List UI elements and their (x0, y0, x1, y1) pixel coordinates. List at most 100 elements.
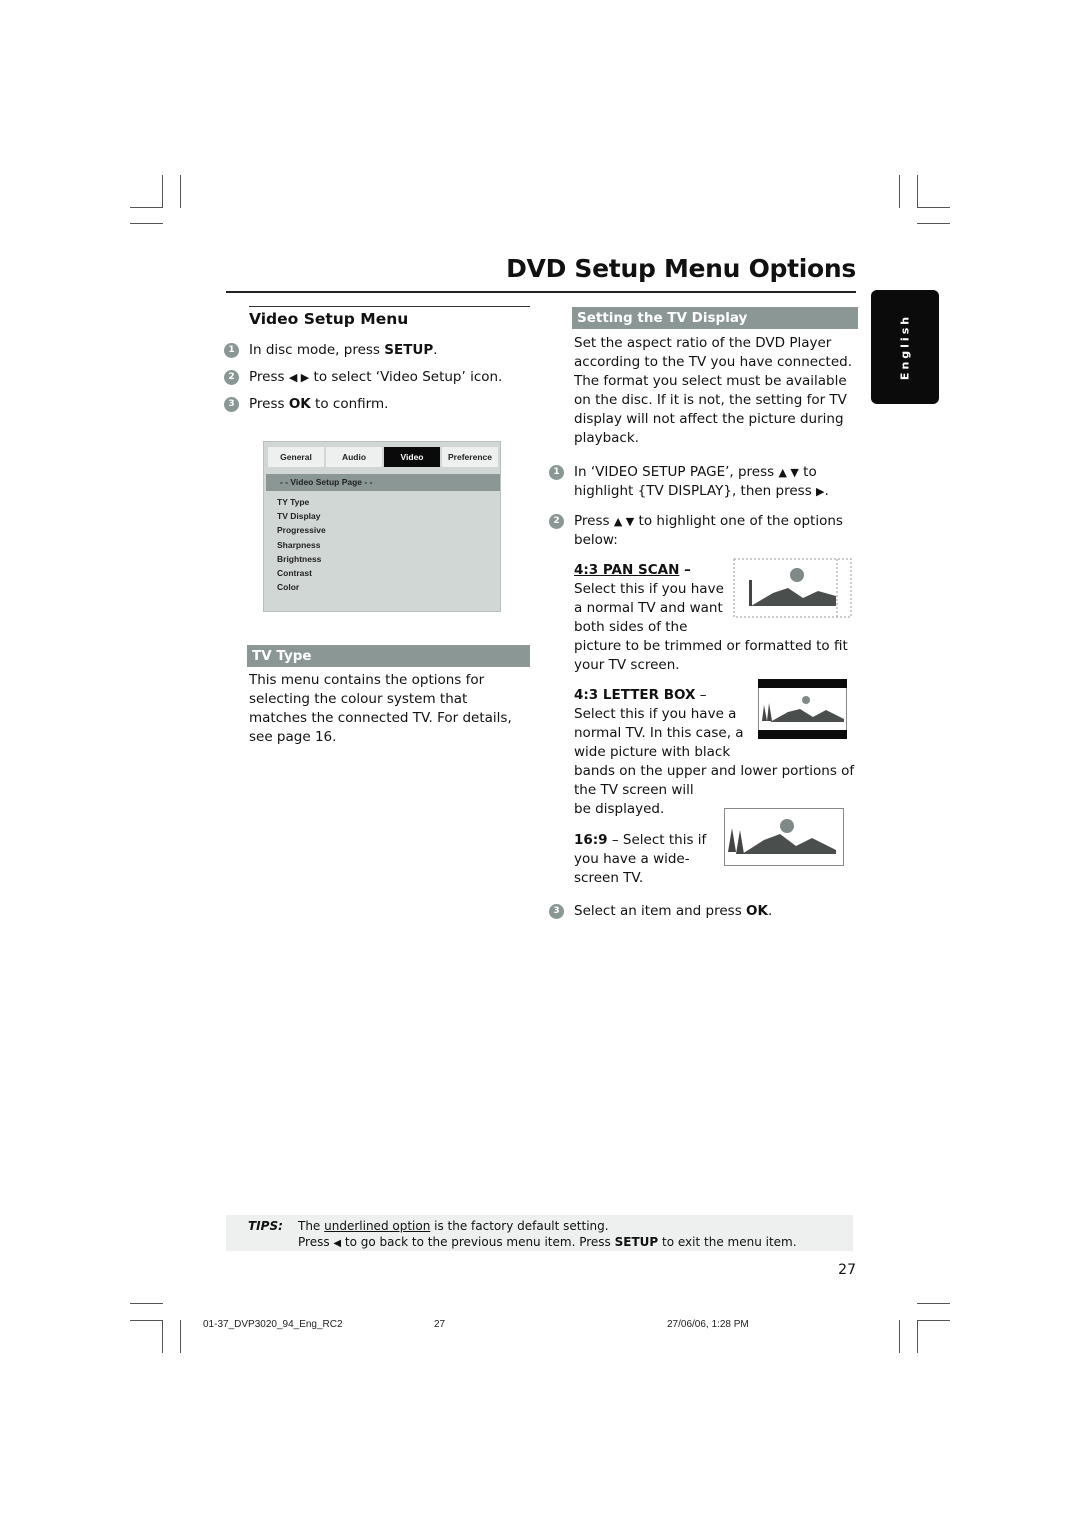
left-step-3: 3 Press OK to confirm. (224, 395, 389, 414)
key-setup: SETUP (614, 1235, 659, 1249)
tips-text: The (298, 1219, 325, 1233)
left-right-arrows-icon: ◀ ▶ (288, 371, 310, 384)
pan-scan-illustration (733, 558, 852, 618)
tv-type-body: This menu contains the options for selec… (249, 672, 512, 745)
option-text: normal TV. In this case, a (574, 725, 744, 741)
key-setup: SETUP (384, 342, 434, 358)
option-text: Select this if you have (574, 581, 724, 597)
left-step-1: 1 In disc mode, press SETUP. (224, 341, 438, 360)
menu-tab-video: Video (384, 447, 440, 467)
menu-item: Color (277, 582, 300, 593)
menu-item: TY Type (277, 497, 310, 507)
option-text: a normal TV and want (574, 600, 723, 616)
up-down-arrows-icon: ▲ ▼ (778, 466, 799, 479)
key-ok: OK (746, 903, 768, 919)
option-text: you have a wide- (574, 851, 690, 867)
right-step-3: 3 Select an item and press OK. (549, 902, 864, 921)
option-text: picture to be trimmed or formatted to fi… (574, 638, 848, 654)
tv-display-heading: Setting the TV Display (572, 307, 858, 329)
menu-page-band: - - Video Setup Page - - (266, 474, 500, 491)
step-text: . (767, 903, 773, 919)
tips-text: to exit the menu item. (658, 1235, 797, 1249)
video-setup-menu-screenshot: General Audio Video Preference - - Video… (263, 441, 501, 612)
right-step-1: 1 In ‘VIDEO SETUP PAGE’, press ▲ ▼ to hi… (549, 463, 864, 501)
crop-mark (917, 223, 950, 224)
crop-mark (162, 1320, 163, 1353)
crop-mark (917, 1303, 950, 1304)
tips-text: is the factory default setting. (430, 1219, 609, 1233)
sun-icon (780, 819, 794, 833)
crop-mark (180, 175, 181, 208)
letter-box-illustration (758, 679, 847, 739)
step-number: 1 (549, 465, 564, 480)
menu-tab-audio: Audio (326, 447, 382, 467)
option-label: 4:3 PAN SCAN (574, 562, 680, 578)
step-text: Press (249, 369, 289, 385)
crop-mark (917, 175, 918, 208)
menu-item: Sharpness (277, 539, 321, 550)
crop-mark (917, 207, 950, 208)
sun-icon (790, 568, 804, 582)
section-rule (249, 306, 530, 307)
crop-mark (130, 207, 163, 208)
crop-mark (899, 175, 900, 208)
key-ok: OK (288, 396, 311, 412)
crop-mark (130, 1320, 163, 1321)
option-text: Select this if you have a (574, 706, 737, 722)
option-text: both sides of the (574, 619, 688, 635)
tv-display-intro: Set the aspect ratio of the DVD Player a… (574, 335, 852, 446)
step-text: to highlight one of the options (634, 513, 843, 529)
step-text: to confirm. (310, 396, 389, 412)
menu-tab-preference: Preference (442, 447, 498, 467)
crop-mark (917, 1320, 950, 1321)
menu-item: TV Display (277, 511, 321, 522)
left-step-2: 2 Press ◀ ▶ to select ‘Video Setup’ icon… (224, 368, 503, 387)
option-dash: – (679, 562, 691, 578)
crop-mark (130, 1303, 163, 1304)
title-rule (226, 291, 856, 293)
option-text: screen TV. (574, 870, 644, 886)
tips-line-1: The underlined option is the factory def… (298, 1219, 609, 1233)
page-title: DVD Setup Menu Options (506, 254, 856, 283)
sun-icon (802, 696, 810, 704)
option-text: – Select this if (607, 832, 707, 848)
step-number: 2 (549, 514, 564, 529)
step-text: highlight {TV DISPLAY}, then press (574, 483, 817, 499)
footer-file: 01-37_DVP3020_94_Eng_RC2 (203, 1319, 343, 1330)
step-text: to select ‘Video Setup’ icon. (309, 369, 503, 385)
right-arrow-icon: ▶ (816, 485, 825, 498)
step-text: Press (249, 396, 289, 412)
step-number: 2 (224, 370, 239, 385)
crop-mark (917, 1320, 918, 1353)
option-text: bands on the upper and lower portions of (574, 763, 855, 779)
step-text: In ‘VIDEO SETUP PAGE’, press (574, 464, 779, 480)
language-label: English (898, 313, 912, 381)
bottom-black-band (758, 730, 847, 739)
tips-text: to go back to the previous menu item. Pr… (341, 1235, 615, 1249)
step-number: 3 (224, 397, 239, 412)
option-label: 4:3 LETTER BOX (574, 687, 696, 703)
tips-line-2: Press ◀ to go back to the previous menu … (298, 1235, 797, 1249)
step-text: to (798, 464, 817, 480)
crop-mark (899, 1320, 900, 1353)
option-label: 16:9 (574, 832, 608, 848)
step-number: 1 (224, 343, 239, 358)
step-text: Select an item and press (574, 903, 747, 919)
menu-item-list: TY Type TV Display Progressive Sharpness… (277, 495, 326, 594)
tips-underlined: underlined option (324, 1219, 431, 1233)
left-arrow-icon: ◀ (333, 1238, 342, 1249)
tips-label: TIPS: (248, 1219, 283, 1233)
option-dash: – (695, 687, 707, 703)
tv-type-heading: TV Type (247, 645, 530, 667)
page-number: 27 (838, 1262, 856, 1278)
menu-item: Brightness (277, 553, 322, 564)
step-text: . (824, 483, 829, 499)
step-text: In disc mode, press (249, 342, 385, 358)
video-setup-heading: Video Setup Menu (249, 310, 409, 328)
menu-item: Contrast (277, 567, 312, 578)
option-text: your TV screen. (574, 657, 680, 673)
widescreen-illustration (724, 808, 844, 866)
footer-date: 27/06/06, 1:28 PM (667, 1319, 749, 1330)
option-text: wide picture with black (574, 744, 731, 760)
menu-tabs: General Audio Video Preference (268, 447, 498, 467)
